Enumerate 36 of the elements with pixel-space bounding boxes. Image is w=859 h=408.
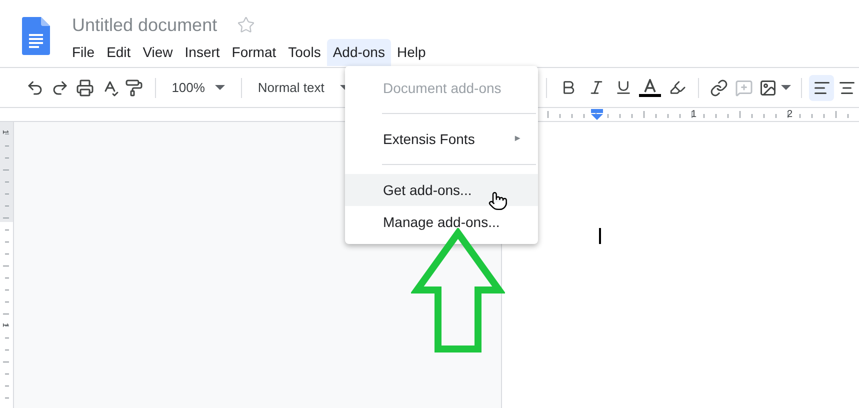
menu-bar-item[interactable]: Edit: [100, 39, 137, 66]
menu-bar-item[interactable]: Help: [390, 39, 432, 66]
align-left-button[interactable]: [809, 74, 834, 100]
redo-icon: [51, 78, 70, 96]
menu-bar-item[interactable]: Add-ons: [326, 39, 391, 66]
menu-item[interactable]: Extensis Fonts ►: [345, 123, 538, 155]
ruler-number: 1: [1, 322, 10, 328]
ruler-number: 1: [691, 108, 697, 122]
indent-marker-icon[interactable]: [591, 109, 603, 120]
document-logo-icon[interactable]: [22, 17, 50, 55]
submenu-arrow-icon: ►: [513, 132, 522, 146]
print-icon: [76, 78, 94, 96]
text-color-icon: [642, 78, 658, 92]
underline-icon: [614, 79, 632, 96]
zoom-dropdown[interactable]: 100%: [164, 74, 233, 100]
ruler-number: 2: [787, 108, 793, 122]
ruler-number: 1: [1, 130, 10, 134]
caret-icon: [780, 85, 791, 90]
menu-bar-item[interactable]: Insert: [178, 39, 226, 66]
pointer-cursor-icon: [488, 191, 508, 211]
highlight-icon: [669, 79, 686, 96]
menu-bar-item[interactable]: Format: [226, 39, 282, 66]
menu-bar-item[interactable]: Tools: [282, 39, 327, 66]
menu-item[interactable]: Manage add-ons...: [345, 206, 538, 238]
menu-bar-item[interactable]: View: [136, 39, 179, 66]
text-cursor: [599, 228, 601, 244]
link-icon: [710, 78, 728, 96]
menu-item[interactable]: Get add-ons...: [345, 174, 538, 206]
menu-bar-item[interactable]: File: [66, 39, 101, 66]
document-title[interactable]: Untitled document: [72, 12, 218, 38]
add-comment-icon: [735, 78, 754, 96]
image-icon: [758, 78, 777, 96]
star-icon[interactable]: [237, 16, 256, 34]
paint-format-icon: [125, 78, 144, 96]
caret-icon: [214, 85, 225, 90]
undo-icon: [26, 78, 44, 96]
